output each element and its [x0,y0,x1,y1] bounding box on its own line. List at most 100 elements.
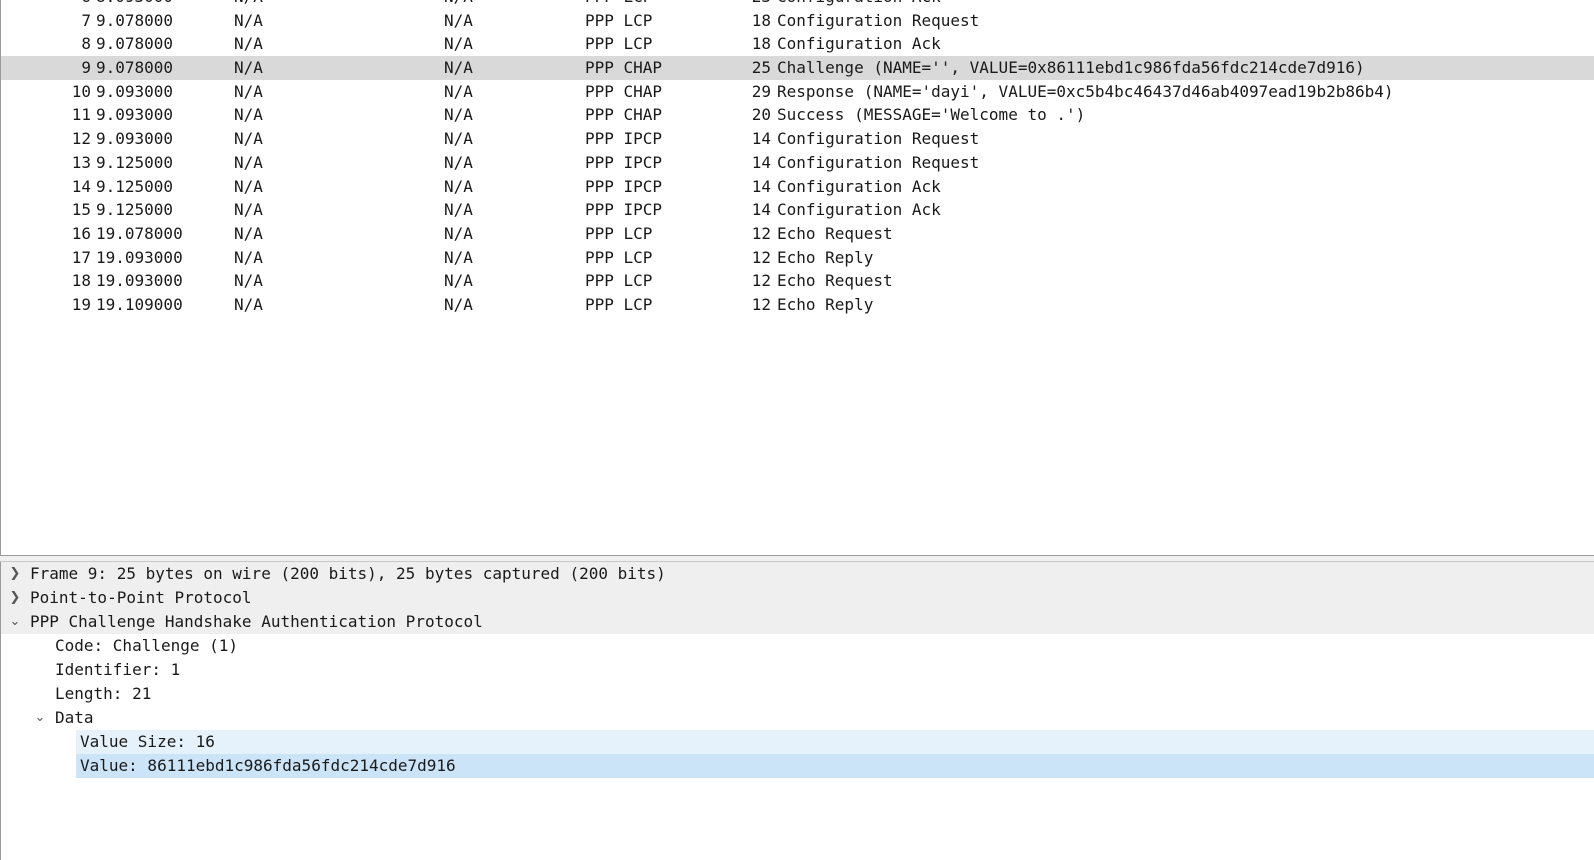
packet-time: 19.078000 [96,223,183,243]
packet-destination: N/A [444,0,473,9]
packet-number: 17 [71,247,91,267]
tree-item-chap[interactable]: ⌄ PPP Challenge Handshake Authentication… [1,610,1594,634]
packet-source: N/A [234,58,263,78]
tree-item-label: Point-to-Point Protocol [30,588,252,607]
tree-item-label: Code: Challenge (1) [55,636,239,655]
tree-item-chap-data[interactable]: ⌄ Data [1,706,1594,730]
packet-info: Configuration Ack [777,176,941,196]
packet-destination: N/A [444,58,473,78]
packet-length: 14 [751,129,771,149]
packet-row[interactable]: 19 19.109000 N/A N/A PPP LCP 12 Echo Reply [1,293,1594,317]
packet-time: 9.093000 [96,129,174,149]
tree-item-value[interactable]: Value: 86111ebd1c986fda56fdc214cde7d916 [76,754,1594,778]
packet-source: N/A [234,200,263,220]
packet-destination: N/A [444,271,473,291]
packet-row[interactable]: 17 19.093000 N/A N/A PPP LCP 12 Echo Reply [1,246,1594,270]
packet-time: 9.093000 [96,81,174,101]
packet-info: Configuration Ack [777,34,941,54]
packet-protocol: PPP LCP [585,247,653,267]
packet-time: 9.125000 [96,200,174,220]
packet-source: N/A [234,129,263,149]
tree-item-label: Frame 9: 25 bytes on wire (200 bits), 25… [30,564,666,583]
packet-destination: N/A [444,129,473,149]
packet-protocol: PPP CHAP [585,81,663,101]
packet-destination: N/A [444,81,473,101]
packet-row[interactable]: 6 8.093000 N/A N/A PPP LCP 23 Configuration Ac… [1,0,1594,9]
packet-length: 12 [751,271,771,291]
chevron-right-icon[interactable]: ❯ [7,586,23,610]
packet-source: N/A [234,223,263,243]
tree-item-ppp[interactable]: ❯ Point-to-Point Protocol [1,586,1594,610]
packet-info: Echo Request [777,223,893,243]
tree-item-chap-identifier[interactable]: Identifier: 1 [1,658,1594,682]
packet-row[interactable]: 14 9.125000 N/A N/A PPP IPCP 14 Configuration … [1,175,1594,199]
packet-number: 9 [81,58,91,78]
packet-list[interactable]: 68.093000N/AN/APPP LCP23Configuration Ac… [0,0,1594,556]
packet-row[interactable]: 12 9.093000 N/A N/A PPP IPCP 14 Configuration … [1,127,1594,151]
packet-row[interactable]: 16 19.078000 N/A N/A PPP LCP 12 Echo Request [1,222,1594,246]
packet-destination: N/A [444,247,473,267]
packet-length: 12 [751,223,771,243]
packet-length: 20 [751,105,771,125]
packet-row[interactable]: 13 9.125000 N/A N/A PPP IPCP 14 Configuration … [1,151,1594,175]
packet-row[interactable]: 11 9.093000 N/A N/A PPP CHAP 20 Success (MESSA… [1,103,1594,127]
chevron-right-icon[interactable]: ❯ [7,562,23,586]
packet-protocol: PPP LCP [585,294,653,314]
packet-row[interactable]: 15 9.125000 N/A N/A PPP IPCP 14 Configuration … [1,198,1594,222]
packet-length: 25 [751,58,771,78]
packet-source: N/A [234,10,263,30]
packet-number: 13 [71,152,91,172]
packet-number: 19 [71,294,91,314]
chevron-down-icon[interactable]: ⌄ [32,706,48,730]
packet-info: Configuration Request [777,10,980,30]
packet-length: 12 [751,247,771,267]
packet-number: 16 [71,223,91,243]
packet-destination: N/A [444,105,473,125]
packet-number: 11 [71,105,91,125]
packet-info: Success (MESSAGE='Welcome to .') [777,105,1086,125]
packet-info: Echo Request [777,271,893,291]
packet-row[interactable]: 8 9.078000 N/A N/A PPP LCP 18 Configuration Ac… [1,32,1594,56]
packet-time: 9.078000 [96,58,174,78]
packet-time: 9.125000 [96,176,174,196]
packet-protocol: PPP LCP [585,223,653,243]
packet-source: N/A [234,105,263,125]
packet-source: N/A [234,34,263,54]
packet-time: 9.093000 [96,105,174,125]
packet-destination: N/A [444,34,473,54]
packet-row-selected[interactable]: 9 9.078000 N/A N/A PPP CHAP 25 Challenge (NAME… [1,56,1594,80]
packet-time: 8.093000 [96,0,173,9]
packet-protocol: PPP LCP [585,271,653,291]
tree-item-label: PPP Challenge Handshake Authentication P… [30,612,483,631]
packet-row[interactable]: 18 19.093000 N/A N/A PPP LCP 12 Echo Request [1,269,1594,293]
packet-info: Configuration Ack [777,0,941,9]
packet-length: 18 [751,34,771,54]
packet-time: 19.093000 [96,247,183,267]
packet-protocol: PPP CHAP [585,58,663,78]
packet-source: N/A [234,152,263,172]
packet-protocol: PPP LCP [585,0,652,9]
packet-info: Challenge (NAME='', VALUE=0x86111ebd1c98… [777,58,1365,78]
packet-number: 7 [81,10,91,30]
chevron-down-icon[interactable]: ⌄ [7,610,23,634]
packet-row[interactable]: 7 9.078000 N/A N/A PPP LCP 18 Configuration Re… [1,9,1594,33]
packet-info: Echo Reply [777,294,874,314]
tree-item-label: Value Size: 16 [80,732,215,751]
packet-row[interactable]: 10 9.093000 N/A N/A PPP CHAP 29 Response (NAME… [1,80,1594,104]
packet-details-tree[interactable]: ❯ Frame 9: 25 bytes on wire (200 bits), … [0,562,1594,860]
tree-item-label: Value: 86111ebd1c986fda56fdc214cde7d916 [80,756,456,775]
packet-time: 19.109000 [96,294,183,314]
tree-item-frame[interactable]: ❯ Frame 9: 25 bytes on wire (200 bits), … [1,562,1594,586]
packet-number: 10 [71,81,91,101]
packet-time: 9.125000 [96,152,174,172]
packet-length: 12 [751,294,771,314]
packet-time: 9.078000 [96,10,174,30]
packet-source: N/A [234,81,263,101]
packet-time: 9.078000 [96,34,174,54]
tree-item-chap-length[interactable]: Length: 21 [1,682,1594,706]
packet-length: 14 [751,152,771,172]
packet-source: N/A [234,294,263,314]
tree-item-value-size[interactable]: Value Size: 16 [76,730,1594,754]
packet-protocol: PPP LCP [585,10,653,30]
tree-item-chap-code[interactable]: Code: Challenge (1) [1,634,1594,658]
